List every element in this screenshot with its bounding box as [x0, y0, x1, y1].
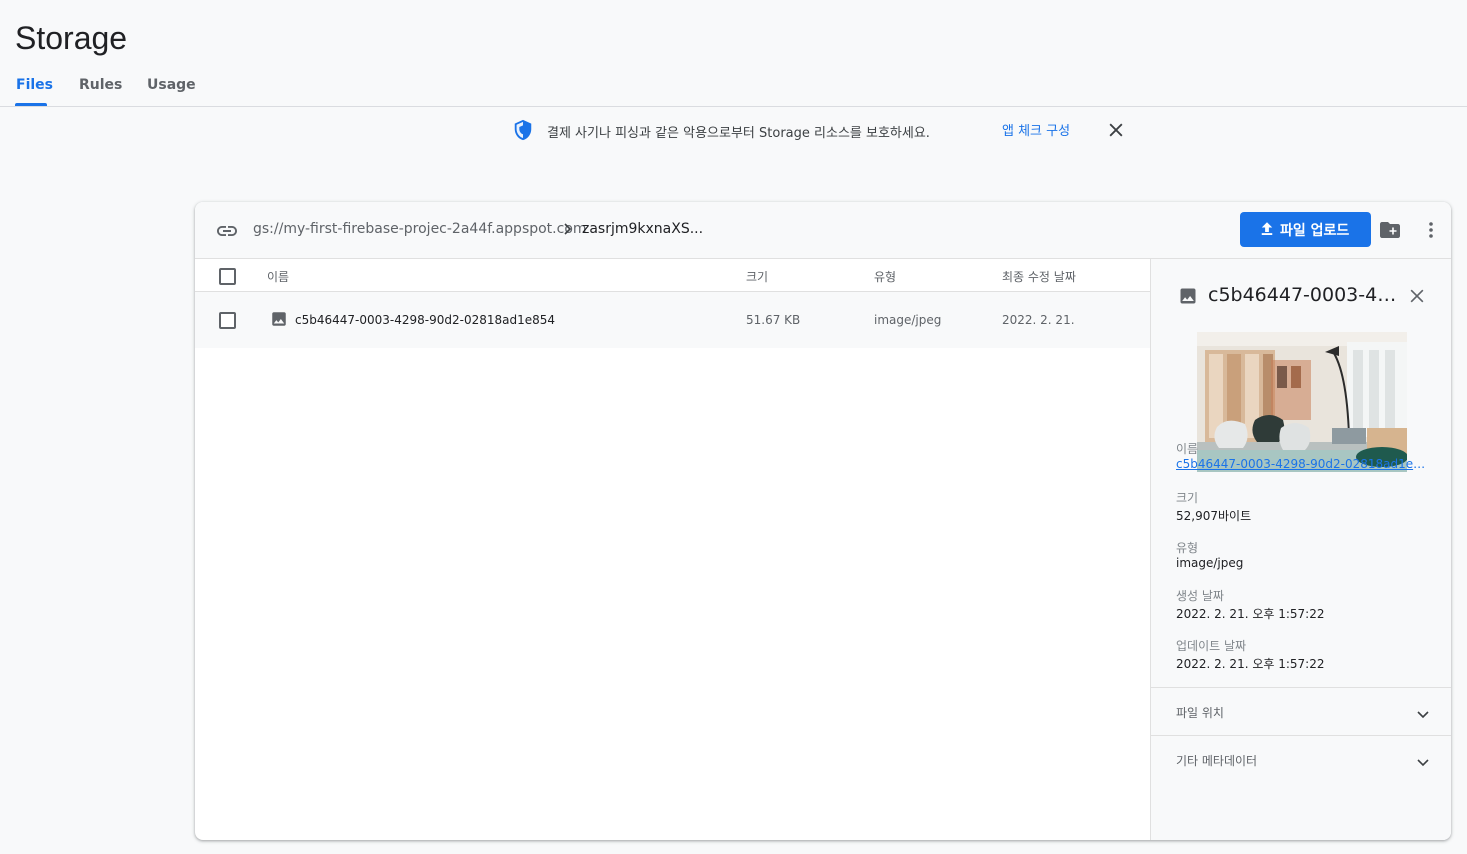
file-list-header: 이름 크기 유형 최종 수정 날짜 [195, 259, 1150, 292]
created-label: 생성 날짜 [1176, 589, 1224, 603]
file-detail-panel: c5b46447-0003-42... 이름 c5b46447-0003-429… [1150, 259, 1451, 840]
file-size: 51.67 KB [746, 313, 801, 327]
name-label: 이름 [1176, 442, 1199, 456]
page-title: Storage [15, 20, 128, 56]
size-value: 52,907바이트 [1176, 509, 1252, 523]
row-checkbox[interactable] [219, 312, 236, 329]
column-header-size[interactable]: 크기 [746, 268, 768, 285]
column-header-name[interactable]: 이름 [267, 268, 289, 285]
tab-usage[interactable]: Usage [147, 77, 196, 93]
file-name: c5b46447-0003-4298-90d2-02818ad1e854 [295, 313, 556, 327]
tab-rules[interactable]: Rules [79, 77, 122, 93]
create-folder-icon[interactable] [1378, 218, 1402, 242]
tab-files[interactable]: Files [16, 77, 53, 93]
upload-button-label: 파일 업로드 [1280, 223, 1350, 239]
close-icon[interactable] [1106, 120, 1126, 140]
shield-icon [514, 119, 532, 141]
file-modified: 2022. 2. 21. [1002, 313, 1075, 327]
banner-message: 결제 사기나 피싱과 같은 악용으로부터 Storage 리소스를 보호하세요. [547, 126, 930, 141]
upload-icon [1261, 222, 1273, 235]
file-location-label: 파일 위치 [1176, 706, 1224, 720]
link-icon[interactable] [215, 219, 239, 243]
more-options-icon[interactable] [1419, 218, 1443, 242]
detail-title: c5b46447-0003-42... [1208, 284, 1398, 306]
file-location-section[interactable]: 파일 위치 [1151, 687, 1451, 736]
close-icon[interactable] [1407, 286, 1427, 306]
updated-label: 업데이트 날짜 [1176, 639, 1247, 653]
chevron-down-icon [1417, 759, 1429, 767]
breadcrumb-folder[interactable]: zasrjm9kxnaXS... [582, 221, 703, 237]
type-label: 유형 [1176, 541, 1199, 555]
configure-app-check-link[interactable]: 앱 체크 구성 [1002, 120, 1070, 139]
bucket-path[interactable]: gs://my-first-firebase-projec-2a44f.apps… [253, 221, 587, 237]
other-metadata-section[interactable]: 기타 메타데이터 [1151, 735, 1451, 784]
file-list: 이름 크기 유형 최종 수정 날짜 c5b46447-0003-4298-90d… [195, 259, 1150, 840]
updated-value: 2022. 2. 21. 오후 1:57:22 [1176, 657, 1325, 671]
chevron-right-icon [564, 223, 572, 235]
select-all-checkbox[interactable] [219, 268, 236, 285]
chevron-down-icon [1417, 711, 1429, 719]
image-file-icon [272, 312, 286, 326]
upload-file-button[interactable]: 파일 업로드 [1240, 212, 1371, 247]
column-header-modified[interactable]: 최종 수정 날짜 [1002, 268, 1076, 285]
created-value: 2022. 2. 21. 오후 1:57:22 [1176, 607, 1325, 621]
active-tab-indicator [15, 103, 47, 106]
image-preview[interactable] [1197, 332, 1407, 472]
file-name-link[interactable]: c5b46447-0003-4298-90d2-02818ad1e85... [1176, 457, 1428, 471]
column-header-type[interactable]: 유형 [874, 268, 896, 285]
file-toolbar: gs://my-first-firebase-projec-2a44f.apps… [195, 202, 1451, 259]
other-metadata-label: 기타 메타데이터 [1176, 754, 1258, 768]
table-row[interactable]: c5b46447-0003-4298-90d2-02818ad1e854 51.… [195, 292, 1150, 348]
type-value: image/jpeg [1176, 556, 1244, 570]
file-type: image/jpeg [874, 313, 942, 327]
image-file-icon [1180, 288, 1196, 304]
size-label: 크기 [1176, 491, 1199, 505]
file-browser: gs://my-first-firebase-projec-2a44f.apps… [195, 202, 1451, 840]
tab-bar: Files Rules Usage [0, 70, 1467, 107]
app-check-banner: 결제 사기나 피싱과 같은 악용으로부터 Storage 리소스를 보호하세요.… [0, 116, 1467, 146]
